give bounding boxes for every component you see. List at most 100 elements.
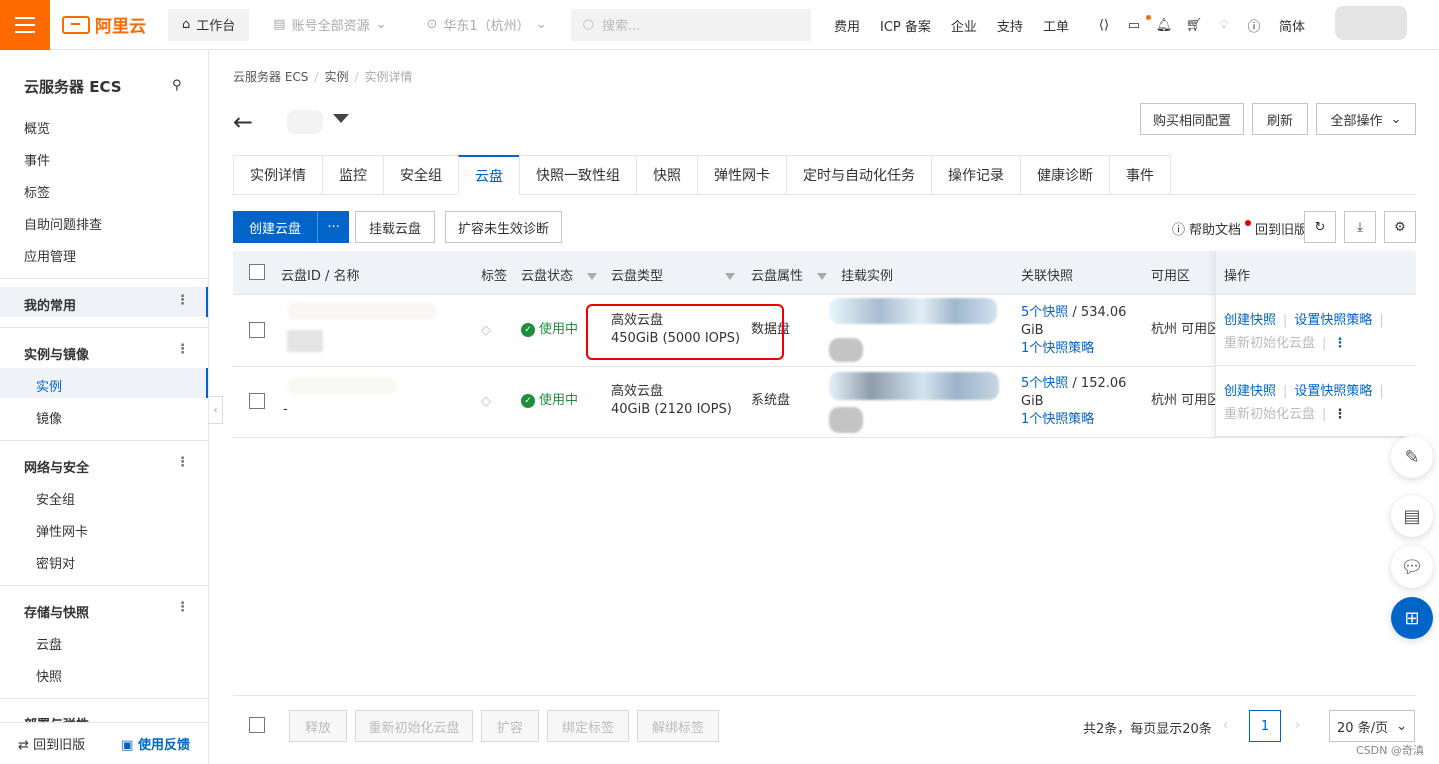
back-arrow-icon[interactable]: ← (233, 108, 253, 136)
refresh-icon[interactable]: ↻ (1304, 211, 1336, 243)
workbench-button[interactable]: ⌂ 工作台 (168, 8, 250, 41)
download-icon[interactable]: ⤓ (1344, 211, 1376, 243)
col-attr[interactable]: 云盘属性 (751, 265, 828, 284)
tab-scheduled-tasks[interactable]: 定时与自动化任务 (786, 155, 931, 195)
sidebar-item-troubleshoot[interactable]: 自助问题排查 (24, 214, 102, 233)
breadcrumb-ecs[interactable]: 云服务器 ECS (233, 70, 308, 84)
more-vertical-icon[interactable]: ⋮ (1333, 407, 1346, 422)
sidebar-item-overview[interactable]: 概览 (24, 118, 50, 137)
sidebar-group-storage[interactable]: 存储与快照 (24, 602, 89, 621)
sidebar-item-app-management[interactable]: 应用管理 (24, 246, 76, 265)
sidebar-item-tags[interactable]: 标签 (24, 182, 50, 201)
language-switch[interactable]: 简体 (1279, 16, 1305, 35)
caret-down-icon[interactable] (333, 114, 349, 123)
col-type[interactable]: 云盘类型 (611, 265, 736, 284)
row-checkbox[interactable] (249, 393, 265, 409)
more-vertical-icon[interactable]: ⋮ (176, 600, 189, 615)
aliyun-logo[interactable]: 阿里云 (62, 12, 146, 37)
hamburger-menu-icon[interactable] (0, 0, 50, 50)
cart-icon[interactable]: 🛒︎ (1179, 18, 1209, 33)
sidebar-favorites[interactable]: 我的常用 (24, 295, 76, 314)
refresh-button[interactable]: 刷新 (1252, 103, 1308, 135)
more-vertical-icon[interactable]: ⋮ (176, 455, 189, 470)
help-docs-link[interactable]: ⓘ 帮助文档 回到旧版 (1172, 219, 1307, 238)
mounted-instance-blurred[interactable] (829, 298, 997, 324)
back-to-old-version[interactable]: ⇄ 回到旧版 (18, 734, 85, 753)
page-number[interactable]: 1 (1249, 710, 1281, 742)
region-select[interactable]: ⊙ 华东1（杭州） ⌄ (427, 15, 547, 34)
nav-billing[interactable]: 费用 (834, 16, 860, 35)
resource-scope-select[interactable]: ▤ 账号全部资源 ⌄ (273, 15, 386, 34)
mount-disk-button[interactable]: 挂载云盘 (355, 211, 435, 243)
col-status[interactable]: 云盘状态 (521, 265, 598, 284)
avatar[interactable] (1335, 6, 1407, 40)
tab-health-diagnosis[interactable]: 健康诊断 (1020, 155, 1109, 195)
buy-same-config-button[interactable]: 购买相同配置 (1140, 103, 1244, 135)
prev-page-icon[interactable]: ‹ (1223, 718, 1228, 733)
create-snapshot-link[interactable]: 创建快照 (1224, 313, 1276, 328)
tag-icon[interactable]: ◇ (481, 393, 491, 411)
tab-disks[interactable]: 云盘 (458, 155, 519, 195)
search-icon[interactable]: ⚲ (172, 78, 182, 93)
filter-icon[interactable] (725, 273, 736, 280)
tab-instance-details[interactable]: 实例详情 (233, 155, 322, 195)
sidebar-item-images[interactable]: 镜像 (36, 408, 62, 427)
breadcrumb-instances[interactable]: 实例 (324, 70, 348, 84)
next-page-icon[interactable]: › (1295, 718, 1300, 733)
bell-icon[interactable]: 🔔︎ (1145, 14, 1179, 33)
nav-ticket[interactable]: 工单 (1043, 16, 1069, 35)
global-search-input[interactable]: ○ 搜索... (570, 8, 811, 41)
snapshot-policy-link[interactable]: 1个快照策略 (1021, 340, 1126, 358)
sidebar-group-instances[interactable]: 实例与镜像 (24, 344, 89, 363)
more-vertical-icon[interactable]: ⋮ (176, 342, 189, 357)
snapshot-policy-link[interactable]: 设置快照策略 (1294, 313, 1372, 328)
api-icon[interactable]: ⟨⟩ (1089, 18, 1119, 33)
sidebar-group-network[interactable]: 网络与安全 (24, 457, 89, 476)
create-disk-button[interactable]: 创建云盘 (233, 211, 319, 243)
all-operations-button[interactable]: 全部操作 ⌄ (1316, 103, 1416, 135)
tag-icon[interactable]: ◇ (481, 322, 491, 340)
sidebar-item-instances[interactable]: 实例 (36, 376, 62, 395)
tab-snapshot-consistency[interactable]: 快照一致性组 (519, 155, 636, 195)
tab-operation-log[interactable]: 操作记录 (931, 155, 1020, 195)
select-all-checkbox[interactable] (249, 264, 265, 280)
tab-eni[interactable]: 弹性网卡 (697, 155, 786, 195)
snapshot-policy-link[interactable]: 设置快照策略 (1294, 384, 1372, 399)
mounted-instance-blurred[interactable] (829, 372, 999, 400)
snapshot-policy-link[interactable]: 1个快照策略 (1021, 411, 1126, 429)
nav-enterprise[interactable]: 企业 (951, 16, 977, 35)
feedback-link[interactable]: ▣ 使用反馈 (121, 734, 190, 753)
more-vertical-icon[interactable]: ⋮ (1333, 336, 1346, 351)
sidebar-item-disks[interactable]: 云盘 (36, 634, 62, 653)
collapse-sidebar-icon[interactable]: ‹ (209, 396, 223, 424)
footer-select-all-checkbox[interactable] (249, 717, 265, 733)
filter-icon[interactable] (587, 273, 598, 280)
snapshot-count-link[interactable]: 5个快照 (1021, 376, 1068, 391)
book-icon[interactable]: ▤ (1391, 495, 1433, 537)
sidebar-item-snapshots[interactable]: 快照 (36, 666, 62, 685)
create-snapshot-link[interactable]: 创建快照 (1224, 384, 1276, 399)
old-version-link[interactable]: 回到旧版 (1255, 219, 1307, 238)
tab-security-group[interactable]: 安全组 (383, 155, 458, 195)
more-options-button[interactable]: ··· (318, 220, 349, 235)
sidebar-item-keypair[interactable]: 密钥对 (36, 553, 75, 572)
tab-events[interactable]: 事件 (1109, 155, 1171, 195)
chat-icon[interactable]: 💬︎ (1391, 546, 1433, 588)
snapshot-count-link[interactable]: 5个快照 (1021, 305, 1068, 320)
resize-diagnosis-button[interactable]: 扩容未生效诊断 (445, 211, 562, 243)
filter-icon[interactable] (817, 273, 828, 280)
nav-icp[interactable]: ICP 备案 (880, 16, 931, 35)
edit-icon[interactable]: ✎ (1391, 436, 1433, 478)
more-vertical-icon[interactable]: ⋮ (176, 293, 189, 308)
apps-grid-icon[interactable]: ⊞ (1391, 597, 1433, 639)
tab-monitoring[interactable]: 监控 (322, 155, 383, 195)
nav-support[interactable]: 支持 (997, 16, 1023, 35)
page-size-select[interactable]: 20 条/页 ⌄ (1329, 710, 1415, 742)
sidebar-group-deploy[interactable]: 部署与弹性 (24, 714, 89, 722)
settings-icon[interactable]: ⚙ (1384, 211, 1416, 243)
sidebar-item-security-group[interactable]: 安全组 (36, 489, 75, 508)
tab-snapshots[interactable]: 快照 (636, 155, 697, 195)
row-checkbox[interactable] (249, 322, 265, 338)
sidebar-item-events[interactable]: 事件 (24, 150, 50, 169)
bulb-icon[interactable]: 💡︎ (1209, 18, 1239, 33)
